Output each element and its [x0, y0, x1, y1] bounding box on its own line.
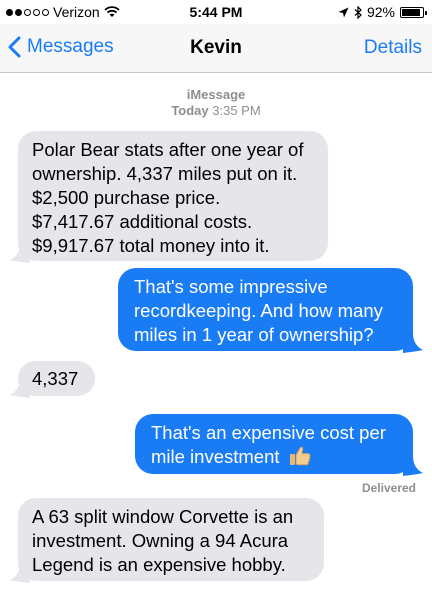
delivered-label: Delivered — [361, 481, 416, 495]
message-text: recordkeeping. And how many — [134, 300, 383, 321]
message-bubble[interactable]: That's some impressive recordkeeping. An… — [118, 268, 413, 351]
status-bar: Verizon 5:44 PM 92% — [0, 0, 432, 24]
message-text: $9,917.67 total money into it. — [32, 235, 270, 256]
message-text: mile investment — [151, 446, 280, 467]
message-text: $2,500 purchase price. — [32, 187, 221, 208]
message-line: mile investment — [151, 445, 399, 469]
timestamp: Today 3:35 PM — [0, 103, 432, 118]
message-text: Legend is an expensive hobby. — [32, 554, 286, 575]
message-text: miles in 1 year of ownership? — [134, 324, 374, 345]
message-text: A 63 split window Corvette is an — [32, 506, 294, 527]
timestamp-date: Today — [171, 103, 209, 118]
message-bubble[interactable]: A 63 split window Corvette is an investm… — [18, 498, 324, 581]
message-bubble[interactable]: That's an expensive cost per mile invest… — [135, 414, 413, 474]
message-text: investment. Owning a 94 Acura — [32, 530, 289, 551]
message-text: That's an expensive cost per — [151, 422, 386, 443]
bluetooth-icon — [354, 5, 362, 19]
status-right: 92% — [338, 4, 427, 20]
battery-fill — [402, 8, 421, 16]
battery-icon — [400, 6, 427, 18]
message-bubble[interactable]: Polar Bear stats after one year of owner… — [18, 131, 328, 261]
details-button[interactable]: Details — [364, 37, 422, 59]
message-text: Polar Bear stats after one year of — [32, 139, 304, 160]
timestamp-time: 3:35 PM — [212, 103, 261, 118]
battery-percent: 92% — [366, 4, 395, 20]
message-text: ownership. 4,337 miles put on it. — [32, 163, 298, 184]
service-label: iMessage — [186, 87, 246, 102]
navigation-bar: Messages Kevin Details — [0, 24, 432, 73]
thumbs-up-emoji — [289, 446, 311, 466]
message-text: 4,337 — [32, 368, 79, 389]
message-bubble[interactable]: 4,337 — [18, 361, 95, 396]
message-text: $7,417.67 additional costs. — [32, 211, 253, 232]
location-arrow-icon — [338, 7, 349, 17]
message-text: That's some impressive — [134, 276, 328, 297]
